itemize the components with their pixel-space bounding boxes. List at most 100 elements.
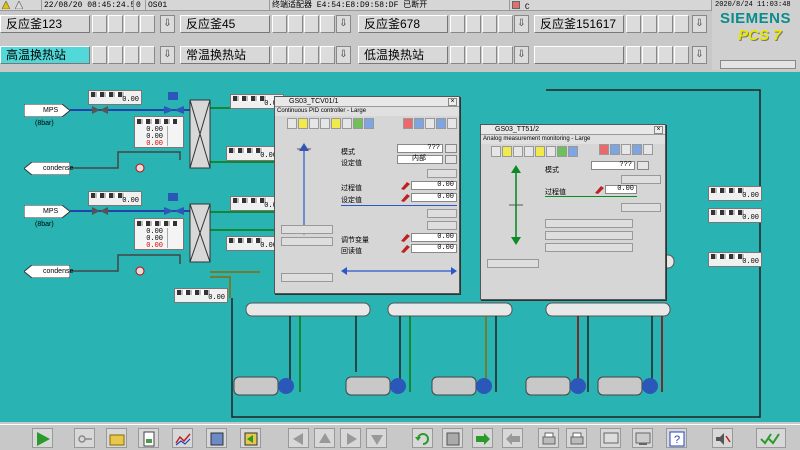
archive-button[interactable]	[206, 428, 227, 448]
group-cell[interactable]	[482, 46, 497, 64]
status-message[interactable]: 终端适配器 E4:54:E8:D9:58:DF 已断开	[270, 0, 510, 11]
faceplate-pid-view-tools[interactable]	[403, 118, 458, 130]
print-b-button[interactable]	[566, 428, 587, 448]
group-cell[interactable]	[466, 15, 481, 33]
group-cell[interactable]	[304, 46, 319, 64]
mode-value[interactable]: ???	[591, 161, 635, 170]
tool-icon[interactable]	[342, 118, 352, 129]
group-cell[interactable]	[658, 15, 673, 33]
group-button[interactable]: 反应釜151617	[534, 15, 624, 33]
group-cell[interactable]	[288, 15, 303, 33]
acknowledge-button[interactable]	[756, 428, 786, 448]
faceplate-ai-view-tools[interactable]	[599, 144, 654, 156]
more-icon[interactable]	[447, 118, 457, 129]
note-icon[interactable]	[535, 146, 545, 157]
alarm-view-icon[interactable]	[403, 118, 413, 129]
setpoint-source-button[interactable]	[445, 155, 457, 164]
close-icon[interactable]: ×	[448, 98, 457, 106]
mode-button[interactable]	[445, 144, 457, 153]
tool-icon[interactable]	[513, 146, 523, 157]
more-icon[interactable]	[643, 144, 653, 155]
parameter-view-icon[interactable]	[610, 144, 620, 155]
brand-field[interactable]	[720, 60, 796, 69]
group-cell[interactable]	[288, 46, 303, 64]
group-cell[interactable]	[304, 15, 319, 33]
note-icon[interactable]	[331, 118, 341, 129]
tool-icon[interactable]	[491, 146, 501, 157]
print-a-button[interactable]	[538, 428, 559, 448]
mode-button[interactable]	[637, 161, 649, 170]
group-cell[interactable]	[272, 15, 287, 33]
folder-button[interactable]	[106, 428, 127, 448]
group-cell[interactable]	[498, 15, 513, 33]
trend-view-icon[interactable]	[632, 144, 642, 155]
group-down-arrow-icon[interactable]: ⇩	[514, 46, 529, 64]
group-button[interactable]: 反应釜45	[180, 15, 270, 33]
tool-icon[interactable]	[287, 118, 297, 129]
group-cell[interactable]	[626, 15, 641, 33]
group-cell[interactable]	[320, 46, 335, 64]
group-cell[interactable]	[320, 15, 335, 33]
group-cell[interactable]	[466, 46, 481, 64]
tool-icon[interactable]	[546, 146, 556, 157]
faceplate-analog-monitor[interactable]: GS03_TT51/2 × Analog measurement monitor…	[480, 124, 666, 300]
group-cell[interactable]	[450, 46, 465, 64]
faceplate-pid-controller[interactable]: GS03_TCV01/1 × Continuous PID controller…	[274, 96, 460, 294]
screen-button[interactable]	[600, 428, 621, 448]
audio-button[interactable]	[712, 428, 733, 448]
group-empty-slot[interactable]: ⇩	[534, 46, 712, 64]
group-normal-temp-station[interactable]: 常温换热站 ⇩	[180, 46, 360, 64]
screen-compose-button[interactable]	[632, 428, 653, 448]
mv-value[interactable]: 0.00	[411, 233, 457, 242]
group-cell[interactable]	[642, 15, 657, 33]
group-reactor-123[interactable]: 反应釜123 ⇩	[0, 15, 180, 33]
group-cell[interactable]	[92, 15, 107, 33]
group-down-arrow-icon[interactable]: ⇩	[160, 15, 175, 33]
group-high-temp-station[interactable]: 高温换热站 ⇩	[0, 46, 180, 64]
lock-icon[interactable]	[298, 118, 308, 129]
group-cell[interactable]	[642, 46, 657, 64]
group-cell[interactable]	[498, 46, 513, 64]
refresh-button[interactable]	[412, 428, 433, 448]
group-down-arrow-icon[interactable]: ⇩	[514, 15, 529, 33]
group-down-arrow-icon[interactable]: ⇩	[336, 46, 351, 64]
group-cell[interactable]	[140, 46, 155, 64]
back-area-button[interactable]	[502, 428, 523, 448]
close-icon[interactable]: ×	[654, 126, 663, 134]
faceplate-ai-titlebar[interactable]: GS03_TT51/2 ×	[481, 125, 665, 135]
measurement-tag[interactable]: 0.00	[708, 252, 762, 267]
setpoint-source-value[interactable]: 内部	[397, 155, 443, 164]
faceplate-pid-toolbar[interactable]	[287, 118, 375, 130]
check-icon[interactable]	[557, 146, 567, 157]
import-button[interactable]	[240, 428, 261, 448]
report-button[interactable]	[138, 428, 159, 448]
group-down-arrow-icon[interactable]: ⇩	[692, 46, 707, 64]
group-cell[interactable]	[658, 46, 673, 64]
trend-view-icon[interactable]	[436, 118, 446, 129]
group-low-temp-station[interactable]: 低温换热站 ⇩	[358, 46, 538, 64]
group-cell[interactable]	[92, 46, 107, 64]
measurement-tag[interactable]: 0.00	[226, 236, 280, 251]
start-button[interactable]	[32, 428, 53, 448]
group-cell[interactable]	[140, 15, 155, 33]
trend-icon[interactable]	[568, 146, 578, 157]
group-reactor-151617[interactable]: 反应釜151617 ⇩	[534, 15, 712, 33]
tool-icon[interactable]	[524, 146, 534, 157]
mode-value[interactable]: ???	[397, 144, 443, 153]
group-cell[interactable]	[108, 15, 123, 33]
check-icon[interactable]	[353, 118, 363, 129]
measurement-tag[interactable]: 0.00	[708, 186, 762, 201]
group-button[interactable]: 反应釜123	[0, 15, 90, 33]
status-icons[interactable]	[0, 0, 42, 11]
sp-value[interactable]: 0.00	[411, 193, 457, 202]
faceplate-pid-titlebar[interactable]: GS03_TCV01/1 ×	[275, 97, 459, 107]
forward-area-button[interactable]	[472, 428, 493, 448]
group-reactor-678[interactable]: 反应釜678 ⇩	[358, 15, 538, 33]
alarm-view-icon[interactable]	[599, 144, 609, 155]
key-button[interactable]	[74, 428, 95, 448]
measurement-tag[interactable]: 0.00	[708, 208, 762, 223]
nav-up-button[interactable]	[314, 428, 335, 448]
valve-readout-bottom[interactable]: 0.00 0.00 0.00	[134, 218, 184, 250]
group-cell[interactable]	[108, 46, 123, 64]
trend-icon[interactable]	[364, 118, 374, 129]
